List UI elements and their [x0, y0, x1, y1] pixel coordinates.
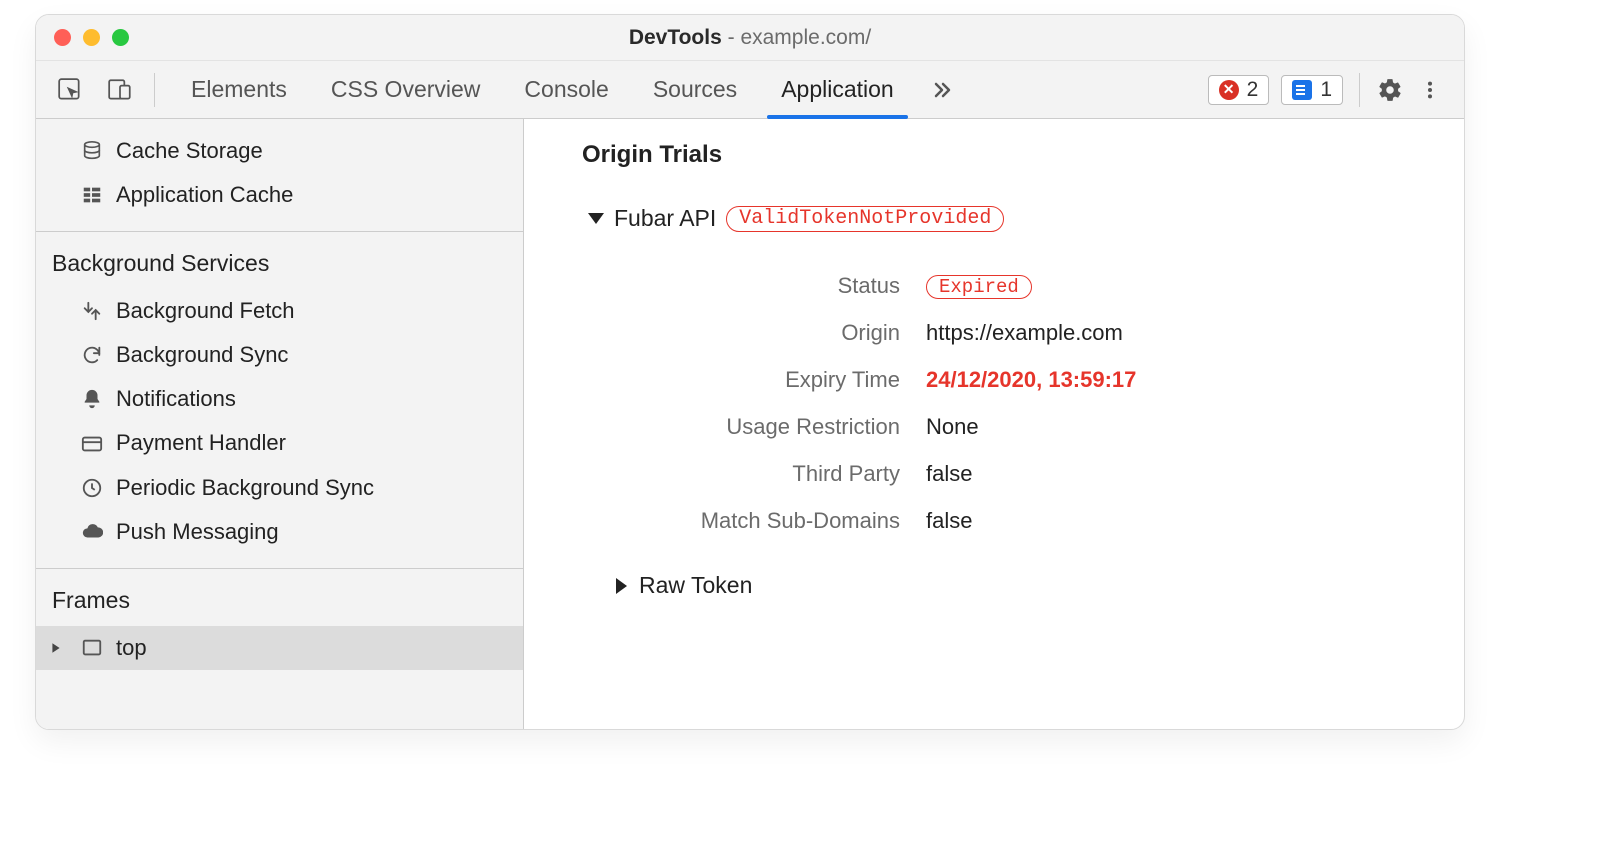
sidebar-item-push-messaging[interactable]: Push Messaging	[36, 510, 523, 554]
disclosure-triangle-right-icon[interactable]	[616, 578, 627, 594]
tab-css-overview[interactable]: CSS Overview	[309, 61, 503, 118]
database-icon	[80, 140, 104, 162]
error-count: 2	[1247, 78, 1259, 102]
sidebar-item-label: Cache Storage	[116, 134, 263, 168]
application-sidebar: Cache Storage Application Cache Backgrou…	[36, 119, 524, 729]
grid-icon	[80, 184, 104, 206]
trial-name: Fubar API	[614, 205, 716, 232]
titlebar: DevTools - example.com/	[36, 15, 1464, 61]
issues-count-badge[interactable]: 1	[1281, 75, 1343, 105]
issues-count: 1	[1320, 78, 1332, 102]
field-value-usage: None	[926, 414, 979, 440]
app-body: Cache Storage Application Cache Backgrou…	[36, 119, 1464, 729]
maximize-window-button[interactable]	[112, 29, 129, 46]
window-title-sep: -	[722, 26, 741, 49]
field-label-origin: Origin	[616, 320, 926, 346]
token-status-pill: ValidTokenNotProvided	[726, 206, 1004, 232]
field-label-usage: Usage Restriction	[616, 414, 926, 440]
credit-card-icon	[80, 433, 104, 455]
field-value-subdomains: false	[926, 508, 972, 534]
inspect-element-icon[interactable]	[50, 70, 90, 110]
sidebar-section-background-services: Background Services	[36, 232, 523, 289]
field-label-expiry: Expiry Time	[616, 367, 926, 393]
cloud-icon	[80, 521, 104, 543]
sidebar-section-frames: Frames	[36, 569, 523, 626]
sidebar-item-label: Background Sync	[116, 338, 288, 372]
field-label-third-party: Third Party	[616, 461, 926, 487]
field-value-origin: https://example.com	[926, 320, 1123, 346]
trial-details-table: Status Expired Origin https://example.co…	[616, 262, 1424, 544]
sidebar-item-cache-storage[interactable]: Cache Storage	[36, 129, 523, 173]
fetch-icon	[80, 300, 104, 322]
traffic-lights	[36, 29, 129, 46]
tab-application[interactable]: Application	[759, 61, 916, 118]
sidebar-item-label: Background Fetch	[116, 294, 295, 328]
origin-trials-panel: Origin Trials Fubar API ValidTokenNotPro…	[524, 119, 1464, 729]
panel-heading: Origin Trials	[582, 141, 1424, 169]
window-title: DevTools - example.com/	[36, 26, 1464, 50]
gear-icon	[1377, 77, 1403, 103]
raw-token-toggle[interactable]: Raw Token	[616, 572, 1424, 599]
chevron-double-right-icon	[930, 78, 954, 102]
toolbar-separator	[154, 73, 155, 107]
tab-console[interactable]: Console	[502, 61, 630, 118]
error-icon: ✕	[1219, 80, 1239, 100]
field-label-subdomains: Match Sub-Domains	[616, 508, 926, 534]
disclosure-triangle-down-icon[interactable]	[588, 213, 604, 224]
sidebar-item-payment-handler[interactable]: Payment Handler	[36, 421, 523, 465]
more-tabs-button[interactable]	[916, 61, 968, 118]
error-count-badge[interactable]: ✕ 2	[1208, 75, 1270, 105]
sidebar-item-label: Push Messaging	[116, 515, 279, 549]
close-window-button[interactable]	[54, 29, 71, 46]
clock-icon	[80, 477, 104, 499]
sidebar-item-label: Periodic Background Sync	[116, 471, 374, 505]
settings-button[interactable]	[1370, 70, 1410, 110]
sidebar-item-label: Application Cache	[116, 178, 293, 212]
devtools-window: DevTools - example.com/ Elements CSS Ove…	[35, 14, 1465, 730]
sidebar-item-background-fetch[interactable]: Background Fetch	[36, 289, 523, 333]
bell-icon	[80, 388, 104, 410]
field-value-third-party: false	[926, 461, 972, 487]
field-value-expiry: 24/12/2020, 13:59:17	[926, 367, 1136, 393]
sidebar-item-frame-top[interactable]: top	[36, 626, 523, 670]
frame-icon	[80, 637, 104, 659]
issues-icon	[1292, 80, 1312, 100]
sidebar-item-application-cache[interactable]: Application Cache	[36, 173, 523, 217]
field-value-status: Expired	[926, 272, 1032, 299]
sidebar-item-label: Notifications	[116, 382, 236, 416]
devtools-toolbar: Elements CSS Overview Console Sources Ap…	[36, 61, 1464, 119]
sidebar-item-label: top	[116, 631, 147, 665]
field-label-status: Status	[616, 273, 926, 299]
window-title-url: example.com/	[740, 26, 871, 49]
sidebar-item-periodic-background-sync[interactable]: Periodic Background Sync	[36, 466, 523, 510]
disclosure-triangle-icon[interactable]	[50, 642, 66, 654]
sidebar-item-background-sync[interactable]: Background Sync	[36, 333, 523, 377]
window-title-app: DevTools	[629, 26, 722, 49]
tab-sources[interactable]: Sources	[631, 61, 759, 118]
minimize-window-button[interactable]	[83, 29, 100, 46]
more-options-button[interactable]	[1410, 70, 1450, 110]
raw-token-label: Raw Token	[639, 572, 752, 599]
toolbar-separator-right	[1359, 73, 1360, 107]
trial-header-row[interactable]: Fubar API ValidTokenNotProvided	[588, 205, 1424, 232]
device-toolbar-icon[interactable]	[100, 70, 140, 110]
tab-elements[interactable]: Elements	[169, 61, 309, 118]
sidebar-item-notifications[interactable]: Notifications	[36, 377, 523, 421]
kebab-icon	[1419, 79, 1441, 101]
sidebar-item-label: Payment Handler	[116, 426, 286, 460]
sync-icon	[80, 344, 104, 366]
